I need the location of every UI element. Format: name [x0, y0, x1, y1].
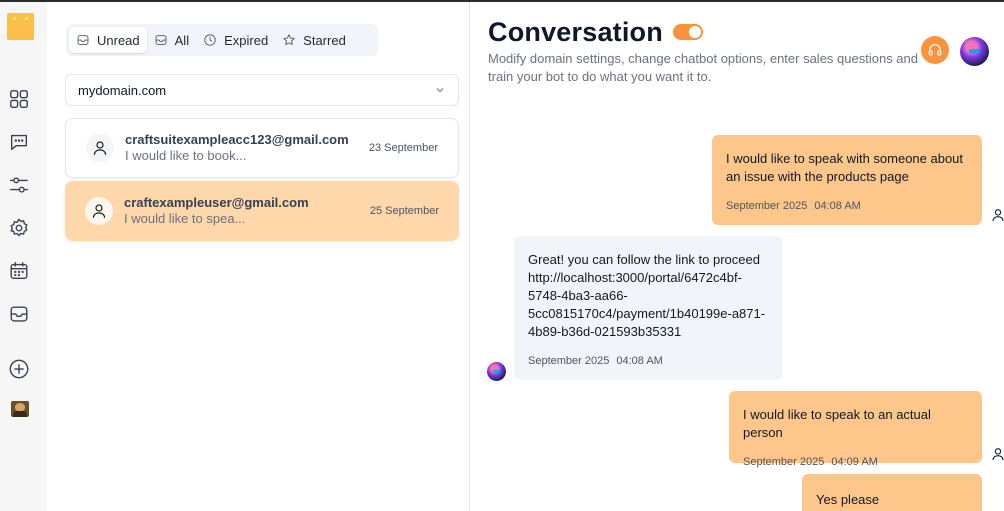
- message-user: I would like to speak with someone about…: [712, 135, 982, 225]
- user-avatar[interactable]: [11, 401, 29, 417]
- user-icon: [85, 197, 113, 225]
- mail-icon: [77, 35, 89, 45]
- message-text: Great! you can follow the link to procee…: [528, 252, 760, 267]
- message-timestamp: September 2025 04:08 AM: [528, 355, 663, 367]
- conversation-item-selected[interactable]: craftexampleuser@gmail.com I would like …: [65, 181, 459, 241]
- conversation-preview: I would like to spea...: [124, 211, 246, 226]
- message-link[interactable]: 5cc0815170c4/payment/1b40199e-a871-: [528, 305, 769, 323]
- tab-starred[interactable]: Starred: [275, 27, 353, 53]
- domain-select[interactable]: mydomain.com: [65, 74, 459, 106]
- page-subtitle: Modify domain settings, change chatbot o…: [488, 51, 918, 84]
- filter-tabs: Unread All Expired Starred: [66, 24, 378, 56]
- conversation-item[interactable]: craftsuitexampleacc123@gmail.com I would…: [65, 118, 459, 178]
- tab-label: Unread: [97, 32, 140, 48]
- message-text: Yes please: [816, 492, 880, 507]
- user-icon: [86, 134, 114, 162]
- calendar-icon[interactable]: [8, 260, 30, 282]
- tab-label: Expired: [224, 32, 269, 48]
- mail-icon: [155, 35, 167, 45]
- tab-all[interactable]: All: [147, 27, 196, 53]
- add-icon[interactable]: [8, 358, 30, 380]
- message-link[interactable]: 4b89-b36d-021593b35331: [528, 323, 769, 341]
- inbox-panel: Unread All Expired Starred mydomain.com …: [47, 2, 470, 511]
- settings-icon[interactable]: [8, 217, 30, 239]
- user-icon: [990, 446, 1004, 462]
- message-timestamp: September 2025 04:08 AM: [726, 200, 861, 212]
- tab-label: All: [174, 32, 190, 48]
- mail-icon[interactable]: [8, 303, 30, 325]
- domain-select-value: mydomain.com: [78, 82, 167, 98]
- message-text: an issue with the products page: [726, 169, 909, 184]
- user-icon: [990, 207, 1004, 223]
- message-text: I would like to speak with someone about: [726, 151, 964, 166]
- message-link[interactable]: http://localhost:3000/portal/6472c4bf-: [528, 269, 769, 287]
- tab-label: Starred: [303, 32, 346, 48]
- message-timestamp: September 2025 04:09 AM: [743, 456, 878, 468]
- message-bot: Great! you can follow the link to procee…: [514, 236, 783, 380]
- conversation-date: 25 September: [369, 205, 439, 217]
- tab-unread[interactable]: Unread: [69, 27, 147, 53]
- chevron-down-icon: [436, 87, 444, 93]
- sidebar-rail: [0, 2, 47, 511]
- chat-icon[interactable]: [8, 131, 30, 153]
- conversation-date: 23 September: [368, 142, 438, 154]
- headphones-button[interactable]: [921, 36, 949, 64]
- dashboard-icon[interactable]: [8, 88, 30, 110]
- page-title: Conversation: [488, 17, 663, 47]
- sliders-icon[interactable]: [8, 174, 30, 196]
- star-icon: [283, 34, 295, 45]
- tab-expired[interactable]: Expired: [196, 27, 275, 53]
- message-link[interactable]: 5748-4ba3-aa66-: [528, 287, 769, 305]
- message-user: I would like to speak to an actual perso…: [729, 391, 982, 468]
- conversation-preview: I would like to book...: [125, 148, 247, 163]
- headphones-icon: [928, 44, 942, 56]
- message-user: Yes please: [802, 474, 982, 511]
- message-text: I would like to speak to an actual perso…: [743, 407, 931, 440]
- conversation-email: craftsuitexampleacc123@gmail.com: [125, 132, 349, 147]
- realtime-toggle[interactable]: [673, 24, 703, 40]
- chatbot-avatar: [487, 362, 506, 381]
- app-logo[interactable]: [7, 13, 34, 40]
- chatbot-avatar[interactable]: [960, 37, 989, 66]
- clock-icon: [204, 34, 216, 46]
- conversation-email: craftexampleuser@gmail.com: [124, 195, 309, 210]
- conversation-panel: Conversation Modify domain settings, cha…: [470, 2, 1004, 511]
